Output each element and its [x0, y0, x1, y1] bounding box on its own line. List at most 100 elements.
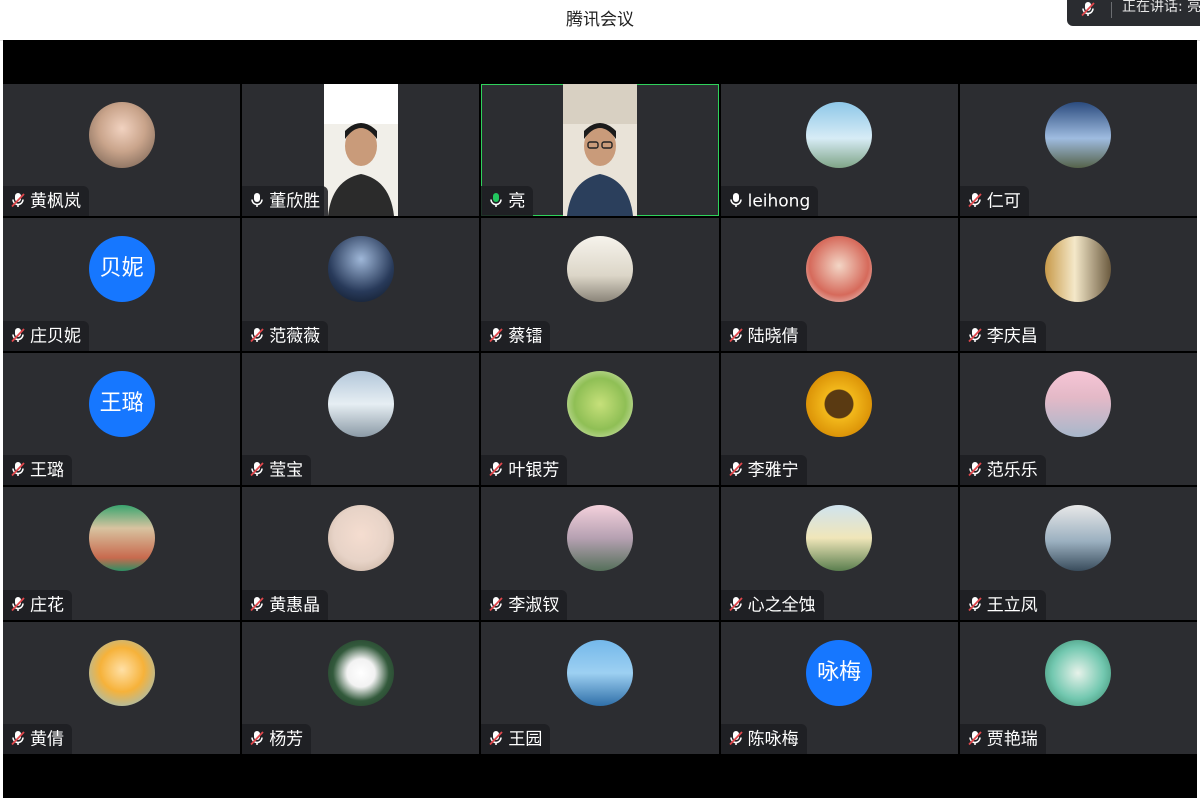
- participant-name: 黄倩: [30, 729, 64, 750]
- name-tag: 蔡镭: [481, 320, 551, 351]
- mic-muted-icon: [966, 595, 984, 613]
- participant-tile[interactable]: 董欣胜: [242, 84, 480, 217]
- participant-tile[interactable]: 仁可: [959, 84, 1197, 217]
- avatar-initials: 贝妮: [88, 236, 155, 303]
- name-tag: 陈咏梅: [720, 723, 807, 754]
- mic-muted-icon: [248, 326, 266, 344]
- participant-name: 王立凤: [986, 595, 1038, 616]
- participant-tile[interactable]: 心之全蚀: [720, 487, 958, 620]
- participant-tile[interactable]: 莹宝: [242, 352, 480, 486]
- mic-muted-icon: [966, 460, 984, 478]
- mic-muted-icon: [9, 460, 27, 478]
- avatar: [1045, 505, 1112, 572]
- mic-muted-icon: [1079, 0, 1097, 18]
- mic-muted-icon: [727, 460, 745, 478]
- participant-tile[interactable]: leihong: [720, 84, 958, 217]
- participant-name: 叶银芳: [508, 460, 560, 481]
- name-tag: 庄花: [3, 589, 72, 620]
- participant-name: 心之全蚀: [747, 595, 816, 616]
- avatar: [1045, 370, 1112, 437]
- name-tag: 陆晓倩: [720, 320, 807, 351]
- participant-tile[interactable]: 亮: [481, 84, 719, 217]
- participant-tile[interactable]: 贝妮庄贝妮: [3, 218, 241, 351]
- name-tag: 杨芳: [242, 723, 312, 754]
- mic-muted-icon: [966, 326, 984, 344]
- avatar: [327, 639, 394, 706]
- avatar: [327, 370, 394, 437]
- mic-muted-icon: [248, 595, 266, 613]
- name-tag: 仁可: [959, 186, 1029, 217]
- participant-tile[interactable]: 贾艳瑞: [959, 621, 1197, 754]
- participant-tile[interactable]: 王园: [481, 621, 719, 754]
- avatar: [327, 236, 394, 303]
- participant-name: 范薇薇: [269, 326, 321, 347]
- participant-tile[interactable]: 黄枫岚: [3, 84, 241, 217]
- avatar: [1045, 102, 1112, 168]
- avatar: [88, 639, 155, 706]
- participant-name: 陈咏梅: [747, 729, 799, 750]
- mic-muted-icon: [727, 595, 745, 613]
- participant-tile[interactable]: 范乐乐: [959, 352, 1197, 486]
- participant-name: 王璐: [30, 460, 64, 481]
- participant-tile[interactable]: 李庆昌: [959, 218, 1197, 351]
- participant-tile[interactable]: 黄惠晶: [242, 487, 480, 620]
- name-tag: 亮: [481, 186, 534, 217]
- participant-name: 李雅宁: [747, 460, 799, 481]
- participant-name: 庄贝妮: [30, 326, 81, 347]
- name-tag: 心之全蚀: [720, 589, 824, 620]
- avatar: [88, 505, 155, 572]
- mic-muted-icon: [9, 326, 27, 344]
- participant-name: leihong: [747, 191, 811, 212]
- avatar: [806, 236, 873, 303]
- participant-tile[interactable]: 黄倩: [3, 621, 241, 754]
- name-tag: 董欣胜: [242, 186, 329, 217]
- avatar: [88, 102, 155, 168]
- participant-name: 陆晓倩: [747, 326, 799, 347]
- participant-tile[interactable]: 陆晓倩: [720, 218, 958, 351]
- participant-name: 王园: [508, 729, 543, 750]
- participant-tile[interactable]: 李淑钗: [481, 487, 719, 620]
- mic-muted-icon: [487, 460, 505, 478]
- title-bar: 腾讯会议 正在讲话: 亮: [0, 0, 1200, 41]
- participant-video: [562, 84, 637, 216]
- window-title: 腾讯会议: [566, 10, 634, 30]
- participant-tile[interactable]: 咏梅 陈咏梅: [720, 621, 958, 754]
- participant-name: 蔡镭: [508, 326, 543, 347]
- mic-muted-icon: [727, 729, 745, 747]
- video-stage: 黄枫岚 董欣胜亮 leihong 仁可 贝妮 庄贝妮 范薇薇 蔡镭 陆晓倩 李庆昌 王璐 王璐 莹宝 叶银…: [3, 40, 1197, 798]
- name-tag: 范薇薇: [242, 320, 329, 351]
- participant-tile[interactable]: 叶银芳: [481, 352, 719, 486]
- indicator-divider: [1111, 2, 1112, 18]
- participant-name: 李淑钗: [508, 595, 560, 616]
- participant-tile[interactable]: 王璐 王璐: [3, 352, 241, 486]
- participant-grid: 黄枫岚 董欣胜亮 leihong 仁可 贝妮 庄贝妮 范薇薇 蔡镭 陆晓倩 李庆昌 王璐 王璐 莹宝 叶银…: [3, 84, 1197, 754]
- name-tag: leihong: [720, 186, 819, 217]
- mic-icon: [727, 191, 745, 209]
- mic-icon: [487, 191, 505, 209]
- avatar: [566, 505, 633, 572]
- participant-tile[interactable]: 蔡镭: [481, 218, 719, 351]
- participant-name: 仁可: [986, 191, 1021, 212]
- participant-tile[interactable]: 庄花: [3, 487, 241, 620]
- name-tag: 李雅宁: [720, 455, 807, 486]
- participant-tile[interactable]: 李雅宁: [720, 352, 958, 486]
- name-tag: 黄枫岚: [3, 186, 89, 217]
- name-tag: 庄贝妮: [3, 320, 89, 351]
- mic-muted-icon: [248, 460, 266, 478]
- speaking-indicator: 正在讲话: 亮: [1067, 0, 1200, 26]
- name-tag: 王园: [481, 723, 551, 754]
- participant-name: 董欣胜: [269, 191, 321, 212]
- mic-icon: [248, 191, 266, 209]
- mic-muted-icon: [9, 595, 27, 613]
- mic-muted-icon: [9, 729, 27, 747]
- participant-tile[interactable]: 王立凤: [959, 487, 1197, 620]
- mic-muted-icon: [487, 326, 505, 344]
- mic-muted-icon: [9, 191, 27, 209]
- avatar: [806, 370, 873, 437]
- name-tag: 叶银芳: [481, 455, 568, 486]
- participant-tile[interactable]: 范薇薇: [242, 218, 480, 351]
- name-tag: 黄惠晶: [242, 589, 329, 620]
- name-tag: 李庆昌: [959, 320, 1046, 351]
- name-tag: 范乐乐: [959, 455, 1046, 486]
- participant-tile[interactable]: 杨芳: [242, 621, 480, 754]
